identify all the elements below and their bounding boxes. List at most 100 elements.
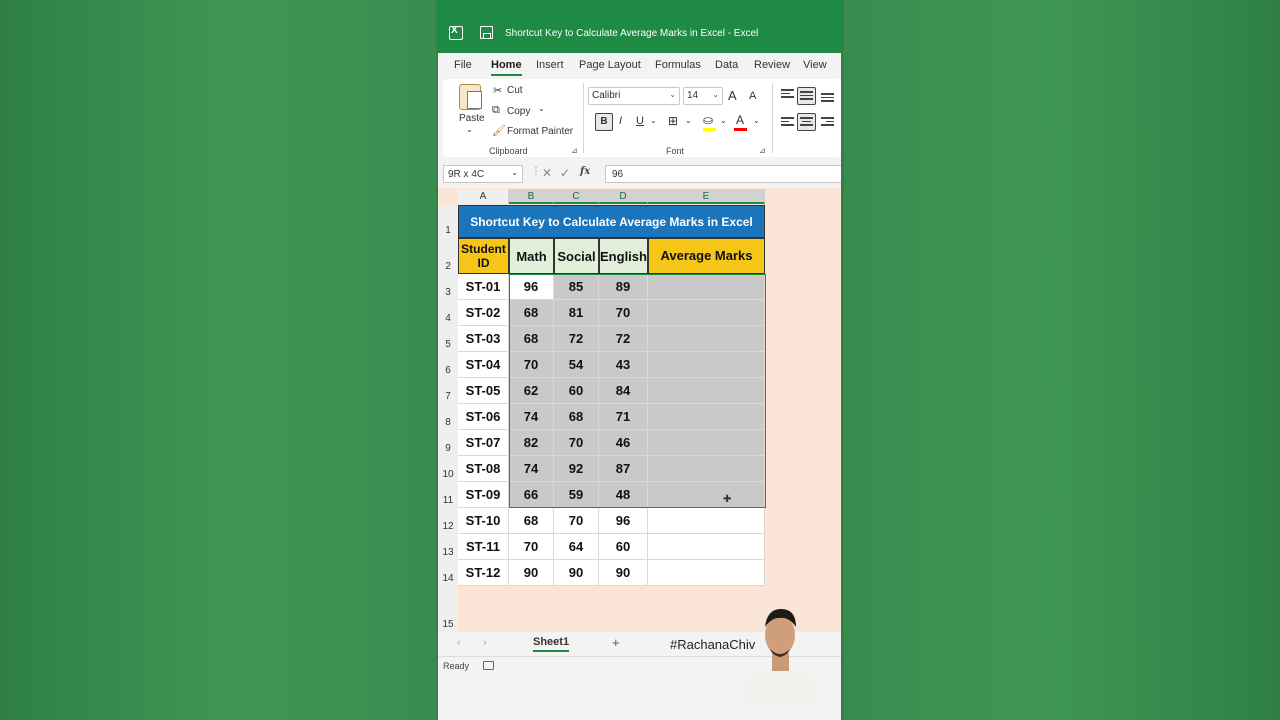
table-cell[interactable]: 71 [599, 404, 648, 430]
tab-insert[interactable]: Insert [536, 59, 564, 71]
table-cell[interactable]: 60 [554, 378, 599, 404]
table-cell[interactable]: ST-01 [458, 274, 509, 300]
table-cell[interactable]: 89 [599, 274, 648, 300]
table-cell[interactable]: ST-09 [458, 482, 509, 508]
column-header-b[interactable]: B [509, 189, 554, 204]
align-middle-button[interactable] [797, 87, 816, 105]
cancel-icon[interactable]: ✕ [542, 166, 552, 180]
align-bottom-icon[interactable] [821, 93, 834, 103]
dialog-launcher-icon[interactable]: ⊿ [759, 146, 766, 155]
row-header[interactable]: 13 [438, 534, 458, 560]
average-cell[interactable] [648, 482, 765, 508]
table-cell[interactable]: 68 [554, 404, 599, 430]
table-cell[interactable]: ST-10 [458, 508, 509, 534]
tab-review[interactable]: Review [754, 59, 790, 71]
table-cell[interactable]: ST-11 [458, 534, 509, 560]
sheet-tab-sheet1[interactable]: Sheet1 [533, 636, 570, 652]
table-cell[interactable]: 70 [509, 352, 554, 378]
average-cell[interactable] [648, 560, 765, 586]
align-left-icon[interactable] [781, 117, 794, 127]
table-cell[interactable]: 46 [599, 430, 648, 456]
align-top-icon[interactable] [781, 89, 794, 99]
average-cell[interactable] [648, 326, 765, 352]
average-cell[interactable] [648, 352, 765, 378]
tab-home[interactable]: Home [491, 59, 522, 76]
table-cell[interactable]: 70 [554, 430, 599, 456]
chevron-down-icon[interactable]: ⌄ [685, 116, 692, 125]
shrink-font-button[interactable]: A [749, 90, 756, 102]
table-cell[interactable]: 60 [599, 534, 648, 560]
average-cell[interactable] [648, 300, 765, 326]
table-cell[interactable]: 90 [599, 560, 648, 586]
table-cell[interactable]: 84 [599, 378, 648, 404]
chevron-down-icon[interactable]: ⌄ [466, 125, 473, 134]
average-cell[interactable] [648, 456, 765, 482]
table-cell[interactable]: 48 [599, 482, 648, 508]
table-cell[interactable]: ST-12 [458, 560, 509, 586]
align-right-icon[interactable] [821, 117, 834, 127]
row-header[interactable]: 12 [438, 508, 458, 534]
insert-function-button[interactable]: fx [580, 166, 590, 177]
table-cell[interactable]: 66 [509, 482, 554, 508]
table-cell[interactable]: ST-03 [458, 326, 509, 352]
grow-font-button[interactable]: A [728, 88, 737, 103]
average-cell[interactable] [648, 430, 765, 456]
prev-sheet-icon[interactable]: ‹ [457, 637, 461, 649]
enter-check-icon[interactable]: ✓ [560, 166, 570, 180]
table-cell[interactable]: 96 [599, 508, 648, 534]
borders-icon[interactable]: ⊞ [668, 114, 678, 128]
row-header[interactable]: 1 [438, 205, 458, 238]
table-cell[interactable]: 74 [509, 456, 554, 482]
row-header[interactable]: 4 [438, 300, 458, 326]
row-header[interactable]: 9 [438, 430, 458, 456]
table-cell[interactable]: 74 [509, 404, 554, 430]
table-cell[interactable]: 81 [554, 300, 599, 326]
row-header[interactable]: 10 [438, 456, 458, 482]
row-header[interactable]: 8 [438, 404, 458, 430]
chevron-down-icon[interactable]: ⌄ [650, 116, 657, 125]
macro-record-icon[interactable] [483, 661, 494, 670]
table-cell[interactable]: 43 [599, 352, 648, 378]
header-student-id[interactable]: Student ID [458, 238, 509, 274]
formula-input[interactable]: 96 [605, 165, 841, 183]
tab-file[interactable]: File [454, 59, 472, 71]
column-header-c[interactable]: C [554, 189, 599, 204]
tab-data[interactable]: Data [715, 59, 738, 71]
row-header[interactable]: 6 [438, 352, 458, 378]
row-header[interactable]: 15 [438, 586, 458, 632]
table-cell[interactable]: 92 [554, 456, 599, 482]
average-cell[interactable] [648, 534, 765, 560]
table-cell[interactable]: 62 [509, 378, 554, 404]
table-cell[interactable]: 90 [509, 560, 554, 586]
font-size-select[interactable]: 14 ⌄ [683, 87, 723, 105]
average-cell[interactable] [648, 378, 765, 404]
row-header[interactable]: 7 [438, 378, 458, 404]
table-cell[interactable]: 68 [509, 300, 554, 326]
table-cell[interactable]: ST-05 [458, 378, 509, 404]
tab-formulas[interactable]: Formulas [655, 59, 701, 71]
title-banner[interactable]: Shortcut Key to Calculate Average Marks … [458, 205, 765, 238]
row-header[interactable]: 5 [438, 326, 458, 352]
save-icon[interactable] [480, 26, 493, 39]
row-header[interactable]: 11 [438, 482, 458, 508]
table-cell[interactable]: ST-08 [458, 456, 509, 482]
table-cell[interactable]: ST-07 [458, 430, 509, 456]
table-cell[interactable]: 68 [509, 326, 554, 352]
table-cell[interactable]: ST-02 [458, 300, 509, 326]
table-cell[interactable]: ST-06 [458, 404, 509, 430]
header-social[interactable]: Social [554, 238, 599, 274]
font-name-select[interactable]: Calibri ⌄ [588, 87, 680, 105]
column-header-a[interactable]: A [458, 189, 509, 204]
average-cell[interactable] [648, 508, 765, 534]
underline-button[interactable]: U [636, 115, 644, 127]
table-cell[interactable]: 64 [554, 534, 599, 560]
table-cell[interactable]: 72 [599, 326, 648, 352]
row-header[interactable]: 3 [438, 274, 458, 300]
header-english[interactable]: English [599, 238, 648, 274]
tab-view[interactable]: View [803, 59, 827, 71]
row-header[interactable]: 2 [438, 238, 458, 274]
table-cell[interactable]: 70 [509, 534, 554, 560]
tab-page-layout[interactable]: Page Layout [579, 59, 641, 71]
table-cell[interactable]: 70 [554, 508, 599, 534]
header-average-marks[interactable]: Average Marks [648, 238, 765, 274]
